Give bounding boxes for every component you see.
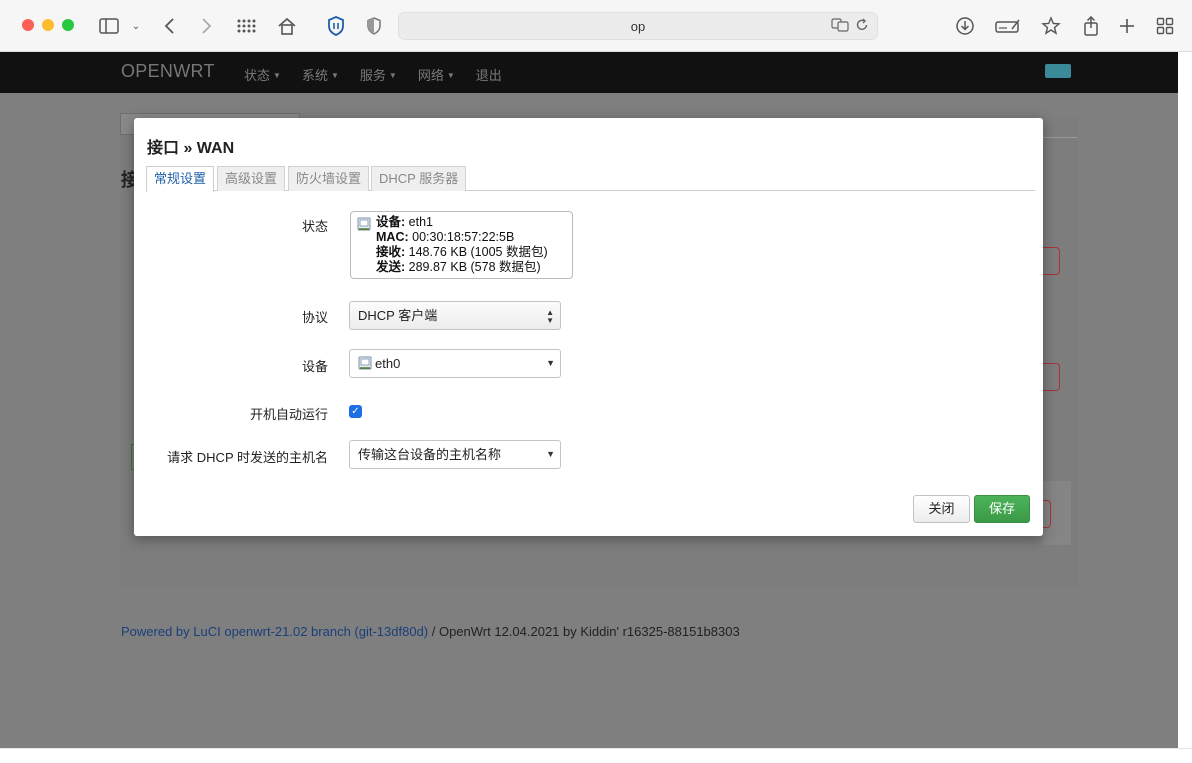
star-icon[interactable]	[1039, 14, 1063, 38]
back-icon[interactable]	[158, 14, 182, 38]
select-updown-icon: ▲ ▼	[546, 308, 554, 325]
device-label: 设备	[301, 359, 328, 374]
browser-toolbar: ⌄ op	[0, 0, 1192, 52]
background-delete-button	[1043, 363, 1060, 391]
new-tab-icon[interactable]	[1115, 14, 1139, 38]
luci-link[interactable]: Powered by LuCI openwrt-21.02 branch (gi…	[121, 624, 428, 639]
translate-icon[interactable]	[831, 18, 849, 35]
refresh-badge[interactable]	[1045, 64, 1071, 78]
window-bottom-edge	[0, 748, 1192, 763]
download-icon[interactable]	[953, 14, 977, 38]
menu-logout[interactable]: 退出	[476, 65, 502, 84]
maximize-window-button[interactable]	[62, 19, 74, 31]
tab-dhcp-server[interactable]: DHCP 服务器	[371, 166, 467, 191]
page-footer: Powered by LuCI openwrt-21.02 branch (gi…	[121, 624, 740, 639]
status-label: 状态	[301, 219, 328, 234]
network-port-icon	[358, 356, 372, 370]
caret-down-icon: ▼	[446, 71, 455, 80]
privacy-shield-icon[interactable]	[362, 14, 386, 38]
background-delete-button	[1043, 247, 1060, 275]
save-button[interactable]: 保存	[974, 495, 1030, 523]
caret-down-icon: ▼	[273, 71, 281, 80]
sidebar-icon[interactable]	[97, 14, 121, 38]
home-icon[interactable]	[275, 14, 299, 38]
hostname-value: 传输这台设备的主机名称	[358, 447, 502, 462]
tab-general[interactable]: 常规设置	[146, 166, 215, 192]
page-edge	[1178, 52, 1192, 748]
grid-dots-icon[interactable]	[234, 14, 258, 38]
status-box: 设备: eth1 MAC: 00:30:18:57:22:5B 接收: 148.…	[350, 211, 573, 279]
network-port-icon	[357, 217, 371, 231]
tab-overview-icon[interactable]	[1153, 14, 1177, 38]
address-text: op	[630, 19, 646, 34]
brand-logo[interactable]: OPENWRT	[121, 61, 215, 82]
dialog-title: 接口 » WAN	[147, 140, 235, 157]
menu-status[interactable]: 状态 ▼	[244, 65, 281, 84]
chevron-down-icon[interactable]: ⌄	[124, 14, 148, 38]
minimize-window-button[interactable]	[42, 19, 54, 31]
device-value: eth0	[375, 356, 401, 371]
interface-edit-dialog: 接口 » WAN 常规设置 高级设置 防火墙设置 DHCP 服务器 状态 设备:…	[134, 118, 1043, 536]
status-device: eth1	[408, 215, 433, 229]
chevron-down-icon: ▼	[546, 449, 555, 459]
background-rule	[1043, 137, 1077, 138]
status-tx: 289.87 KB (578 数据包)	[408, 260, 541, 274]
status-mac: 00:30:18:57:22:5B	[412, 230, 515, 244]
device-select[interactable]: eth0 ▼	[349, 349, 561, 378]
autostart-checkbox[interactable]: ✓	[349, 405, 362, 418]
hostname-label: 请求 DHCP 时发送的主机名	[167, 450, 328, 465]
address-bar[interactable]: op	[398, 12, 878, 40]
autostart-label: 开机自动运行	[249, 407, 328, 422]
caret-down-icon: ▼	[388, 71, 397, 80]
menu-network[interactable]: 网络 ▼	[418, 65, 455, 84]
share-icon[interactable]	[1079, 14, 1103, 38]
close-window-button[interactable]	[22, 19, 34, 31]
close-button[interactable]: 关闭	[913, 495, 970, 523]
dialog-tabs: 常规设置 高级设置 防火墙设置 DHCP 服务器	[146, 166, 1035, 192]
protocol-label: 协议	[301, 310, 328, 325]
tab-firewall[interactable]: 防火墙设置	[288, 166, 370, 191]
hostname-select[interactable]: 传输这台设备的主机名称 ▼	[349, 440, 561, 469]
edit-icon[interactable]	[994, 14, 1022, 38]
caret-down-icon: ▼	[330, 71, 339, 80]
menu-services[interactable]: 服务 ▼	[360, 65, 397, 84]
menu-system[interactable]: 系统 ▼	[302, 65, 339, 84]
chevron-down-icon: ▼	[546, 358, 555, 368]
protocol-value: DHCP 客户端	[358, 308, 438, 323]
background-reset-button	[1043, 500, 1051, 528]
footer-text: / OpenWrt 12.04.2021 by Kiddin' r16325-8…	[428, 624, 740, 639]
navbar: OPENWRT 状态 ▼ 系统 ▼ 服务 ▼ 网络 ▼ 退出	[0, 52, 1178, 93]
tab-advanced[interactable]: 高级设置	[217, 166, 286, 191]
status-rx: 148.76 KB (1005 数据包)	[408, 245, 548, 259]
protocol-select[interactable]: DHCP 客户端 ▲ ▼	[349, 301, 561, 330]
forward-icon[interactable]	[194, 14, 218, 38]
main-menu: 状态 ▼ 系统 ▼ 服务 ▼ 网络 ▼ 退出	[244, 65, 502, 84]
shield-icon[interactable]	[324, 14, 348, 38]
reload-icon[interactable]	[855, 18, 869, 35]
